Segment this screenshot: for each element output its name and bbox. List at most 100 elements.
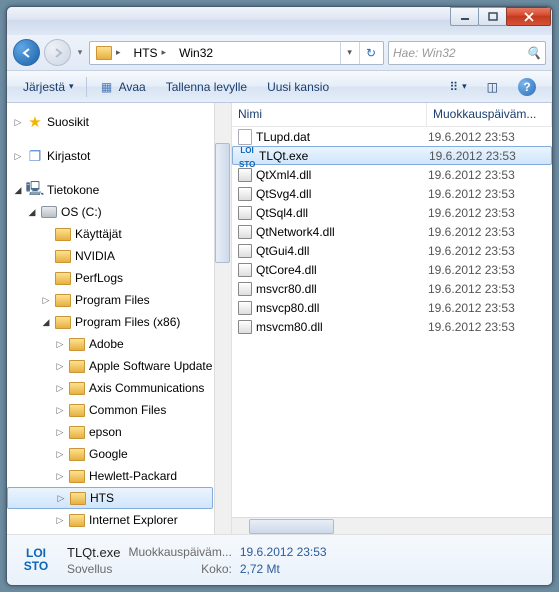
organize-button[interactable]: Järjestä ▾ bbox=[15, 77, 82, 97]
dll-icon bbox=[238, 282, 252, 296]
folder-icon bbox=[55, 228, 71, 241]
nav-tree[interactable]: ▷★Suosikit ▷❐Kirjastot ◢🖳Tietokone ◢OS (… bbox=[7, 103, 232, 534]
breadcrumb-seg[interactable]: Win32 bbox=[179, 46, 213, 60]
scrollbar-thumb[interactable] bbox=[215, 143, 230, 263]
tree-folder[interactable]: ▷Common Files bbox=[7, 399, 231, 421]
file-date: 19.6.2012 23:53 bbox=[428, 168, 515, 182]
folder-icon bbox=[69, 360, 85, 373]
folder-icon bbox=[69, 448, 85, 461]
tree-folder[interactable]: ◢Program Files (x86) bbox=[7, 311, 231, 333]
breadcrumb[interactable]: ▸ HTS▸ Win32 ▾ ↻ bbox=[89, 41, 384, 65]
folder-icon bbox=[69, 382, 85, 395]
maximize-button[interactable] bbox=[478, 7, 507, 26]
chevron-right-icon: ▷ bbox=[56, 493, 66, 504]
preview-pane-button[interactable]: ◫ bbox=[479, 77, 506, 97]
new-folder-button[interactable]: Uusi kansio bbox=[259, 77, 337, 97]
list-item[interactable]: QtCore4.dll19.6.2012 23:53 bbox=[232, 260, 552, 279]
list-item[interactable]: QtXml4.dll 19.6.2012 23:53 bbox=[232, 165, 552, 184]
list-item[interactable]: QtNetwork4.dll19.6.2012 23:53 bbox=[232, 222, 552, 241]
tree-folder[interactable]: PerfLogs bbox=[7, 267, 231, 289]
file-date: 19.6.2012 23:53 bbox=[428, 282, 515, 296]
tree-libraries[interactable]: ▷❐Kirjastot bbox=[7, 145, 231, 167]
chevron-right-icon: ▸ bbox=[162, 47, 167, 58]
col-name[interactable]: Nimi bbox=[232, 103, 427, 126]
list-item[interactable]: msvcr80.dll19.6.2012 23:53 bbox=[232, 279, 552, 298]
list-item[interactable]: LOISTOTLQt.exe19.6.2012 23:53 bbox=[232, 146, 552, 165]
details-type: Sovellus bbox=[67, 562, 120, 576]
tree-folder[interactable]: ▷Google bbox=[7, 443, 231, 465]
refresh-icon[interactable]: ↻ bbox=[366, 46, 376, 60]
list-item[interactable]: QtSql4.dll19.6.2012 23:53 bbox=[232, 203, 552, 222]
file-date: 19.6.2012 23:53 bbox=[429, 149, 516, 163]
file-list[interactable]: Nimi Muokkauspäiväm... TLupd.dat19.6.201… bbox=[232, 103, 552, 534]
dll-icon bbox=[238, 187, 252, 201]
dll-icon bbox=[238, 320, 252, 334]
file-date: 19.6.2012 23:53 bbox=[428, 320, 515, 334]
tree-folder[interactable]: ▷Axis Communications bbox=[7, 377, 231, 399]
list-item[interactable]: msvcm80.dll 19.6.2012 23:53 bbox=[232, 317, 552, 336]
explorer-window: ▾ ▸ HTS▸ Win32 ▾ ↻ Hae: Win32 🔍 Järjestä… bbox=[6, 6, 553, 586]
titlebar[interactable] bbox=[7, 7, 552, 35]
tree-folder[interactable]: ▷Program Files bbox=[7, 289, 231, 311]
file-icon bbox=[238, 129, 252, 145]
forward-button[interactable] bbox=[44, 39, 71, 66]
tree-drive[interactable]: ◢OS (C:) bbox=[7, 201, 231, 223]
tree-folder[interactable]: ▷Apple Software Update bbox=[7, 355, 231, 377]
close-button[interactable] bbox=[506, 7, 551, 26]
tree-favorites[interactable]: ▷★Suosikit bbox=[7, 111, 231, 133]
list-item[interactable]: msvcp80.dll19.6.2012 23:53 bbox=[232, 298, 552, 317]
list-hscrollbar[interactable] bbox=[232, 517, 552, 534]
breadcrumb-seg[interactable]: HTS bbox=[134, 46, 158, 60]
chevron-down-icon[interactable]: ▾ bbox=[347, 47, 352, 58]
tree-folder[interactable]: ▷Internet Explorer bbox=[7, 509, 231, 531]
search-input[interactable]: Hae: Win32 🔍 bbox=[388, 41, 546, 65]
tree-folder[interactable]: ▷Adobe bbox=[7, 333, 231, 355]
folder-icon bbox=[55, 316, 71, 329]
arrow-left-icon bbox=[21, 47, 33, 59]
tree-item-label: NVIDIA bbox=[75, 249, 115, 263]
chevron-right-icon: ▷ bbox=[13, 151, 23, 162]
tree-folder[interactable]: Käyttäjät bbox=[7, 223, 231, 245]
chevron-right-icon: ▷ bbox=[55, 361, 65, 372]
tree-folder[interactable]: ▷epson bbox=[7, 421, 231, 443]
dll-icon bbox=[238, 225, 252, 239]
col-modified[interactable]: Muokkauspäiväm... bbox=[427, 103, 552, 126]
chevron-right-icon: ▷ bbox=[55, 427, 65, 438]
tree-computer[interactable]: ◢🖳Tietokone bbox=[7, 179, 231, 201]
folder-icon bbox=[55, 250, 71, 263]
save-to-disk-button[interactable]: Tallenna levylle bbox=[158, 77, 255, 97]
chevron-right-icon: ▷ bbox=[55, 405, 65, 416]
details-filename: TLQt.exe bbox=[67, 545, 120, 560]
file-name: QtNetwork4.dll bbox=[256, 225, 335, 239]
scrollbar-thumb[interactable] bbox=[249, 519, 334, 534]
tree-folder[interactable]: ▷HTS bbox=[7, 487, 213, 509]
tree-scrollbar[interactable] bbox=[214, 103, 231, 534]
file-name: msvcm80.dll bbox=[256, 320, 323, 334]
list-item[interactable]: QtGui4.dll19.6.2012 23:53 bbox=[232, 241, 552, 260]
details-mod-value: 19.6.2012 23:53 bbox=[240, 545, 327, 559]
view-icon: ⠿ bbox=[449, 80, 458, 94]
folder-icon bbox=[55, 294, 71, 307]
file-date: 19.6.2012 23:53 bbox=[428, 263, 515, 277]
view-mode-button[interactable]: ⠿ ▾ bbox=[441, 77, 474, 97]
minimize-button[interactable] bbox=[450, 7, 479, 26]
libraries-icon: ❐ bbox=[27, 148, 43, 164]
history-dropdown[interactable]: ▾ bbox=[75, 47, 85, 58]
folder-icon bbox=[70, 492, 86, 505]
chevron-down-icon: ◢ bbox=[27, 207, 37, 218]
dll-icon bbox=[238, 263, 252, 277]
file-name: QtGui4.dll bbox=[256, 244, 309, 258]
tree-folder[interactable]: ▷Hewlett-Packard bbox=[7, 465, 231, 487]
file-name: QtSql4.dll bbox=[256, 206, 308, 220]
app-icon: LOISTO bbox=[239, 142, 255, 170]
back-button[interactable] bbox=[13, 39, 40, 66]
details-pane: LOI STO TLQt.exe Muokkauspäiväm... 19.6.… bbox=[7, 535, 552, 585]
list-item[interactable]: QtSvg4.dll19.6.2012 23:53 bbox=[232, 184, 552, 203]
open-button[interactable]: ▦Avaa bbox=[91, 76, 154, 98]
file-name: QtXml4.dll bbox=[256, 168, 311, 182]
help-button[interactable]: ? bbox=[510, 75, 544, 99]
folder-icon bbox=[69, 470, 85, 483]
details-mod-label: Muokkauspäiväm... bbox=[128, 545, 231, 559]
tree-folder[interactable]: NVIDIA bbox=[7, 245, 231, 267]
list-header[interactable]: Nimi Muokkauspäiväm... bbox=[232, 103, 552, 127]
